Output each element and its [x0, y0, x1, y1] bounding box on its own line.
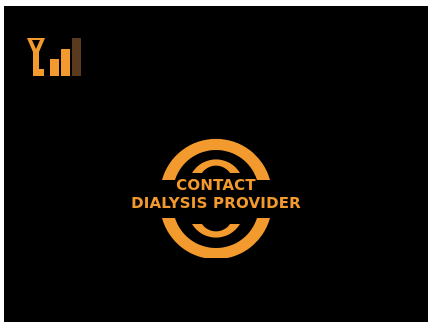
alert-message: CONTACT DIALYSIS PROVIDER [116, 134, 316, 258]
signal-bar-2 [50, 59, 59, 76]
device-screen: CONTACT DIALYSIS PROVIDER [4, 6, 428, 322]
alert-text: CONTACT DIALYSIS PROVIDER [116, 176, 316, 212]
alert-line-contact: CONTACT [176, 176, 256, 194]
signal-strength-indicator [24, 36, 88, 82]
signal-bar-4 [72, 38, 81, 76]
signal-bar-3 [61, 49, 70, 76]
signal-bar-1 [38, 69, 44, 76]
alert-line-dialysis-provider: DIALYSIS PROVIDER [131, 194, 301, 212]
antenna-signal-icon [27, 38, 81, 76]
